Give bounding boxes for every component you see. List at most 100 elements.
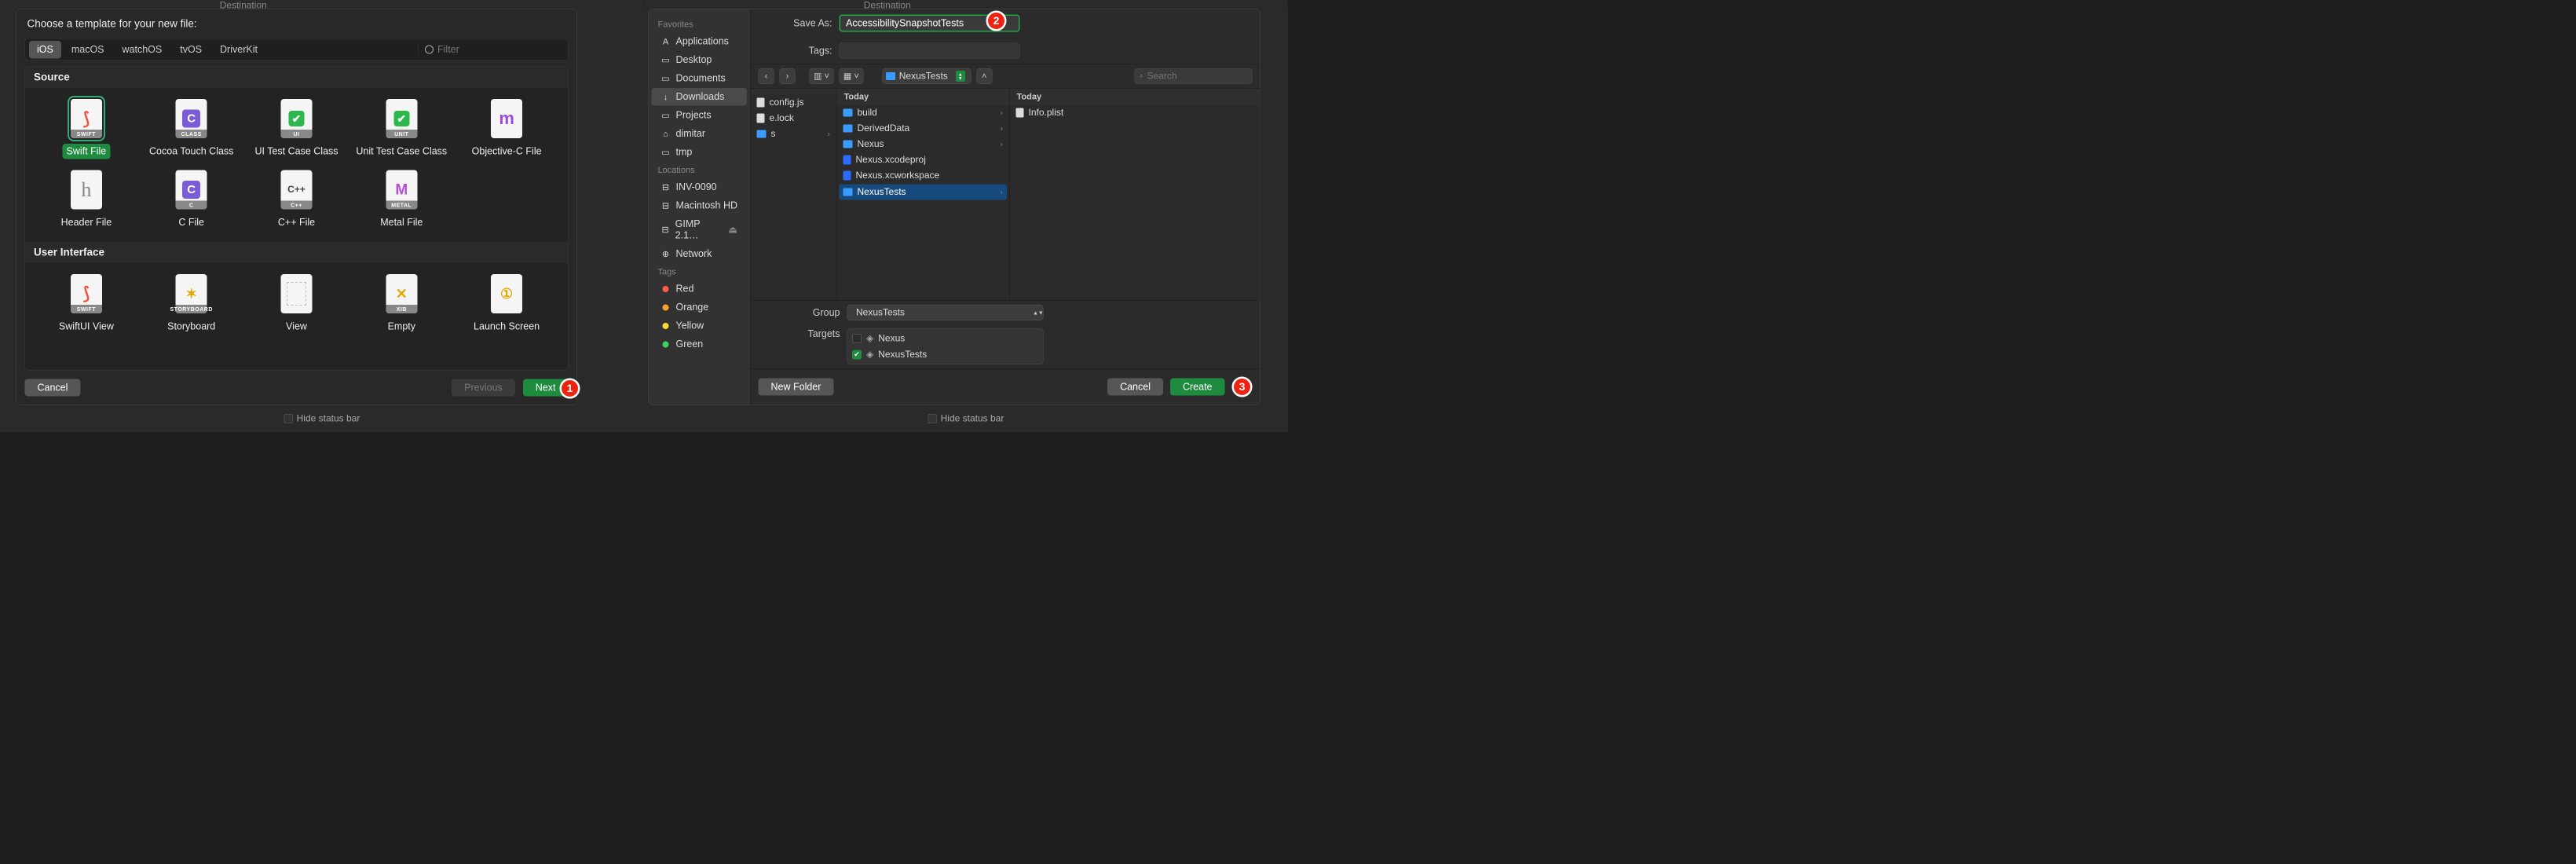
template-item[interactable]: mObjective-C File: [454, 99, 559, 159]
template-item[interactable]: CCC File: [139, 170, 244, 231]
template-item[interactable]: C++C++C++ File: [244, 170, 349, 231]
sidebar-item[interactable]: ⊟GIMP 2.1…⏏: [652, 215, 748, 244]
filter-input[interactable]: [437, 44, 564, 56]
template-item[interactable]: CCLASSCocoa Touch Class: [139, 99, 244, 159]
sidebar-item[interactable]: Red: [652, 280, 748, 298]
view-mode-button[interactable]: ▥ ˅: [810, 68, 834, 84]
row-label: NexusTests: [858, 187, 906, 198]
location-popup[interactable]: NexusTests ▲▼: [882, 68, 971, 84]
save-panel-main: Save As: 2 Tags: ‹ › ▥ ˅ ▦ ˅ NexusTests …: [751, 9, 1261, 405]
target-checkbox[interactable]: [852, 334, 862, 343]
sidebar-item[interactable]: Green: [652, 335, 748, 353]
platform-tab-driverkit[interactable]: DriverKit: [212, 41, 265, 59]
template-item[interactable]: ⟆SWIFTSwift File: [34, 99, 139, 159]
browser-row[interactable]: Nexus.xcworkspace: [837, 168, 1010, 184]
filter-field[interactable]: [419, 44, 565, 56]
collapse-button[interactable]: ˄: [976, 68, 992, 84]
template-item[interactable]: ✶STORYBOARDStoryboard: [139, 274, 244, 335]
checkbox-icon: [284, 415, 293, 423]
eject-icon[interactable]: ⏏: [728, 224, 737, 236]
template-item[interactable]: MMETALMetal File: [349, 170, 454, 231]
template-item[interactable]: ✔UIUI Test Case Class: [244, 99, 349, 159]
sidebar-item[interactable]: ▭Projects: [652, 107, 748, 125]
save-panel: FavoritesAApplications▭Desktop▭Documents…: [648, 9, 1261, 405]
sidebar-item[interactable]: ⌂dimitar: [652, 125, 748, 143]
row-label: Nexus: [858, 139, 884, 150]
sheet-title: Choose a template for your new file:: [16, 9, 577, 39]
sidebar-item[interactable]: ▭tmp: [652, 144, 748, 162]
tags-input[interactable]: [840, 43, 1020, 59]
browser-row[interactable]: build›: [837, 105, 1010, 121]
browser-row[interactable]: DerivedData›: [837, 121, 1010, 137]
target-label: NexusTests: [878, 349, 927, 360]
browser-row[interactable]: Nexus›: [837, 137, 1010, 152]
sidebar-item[interactable]: ↓Downloads: [652, 88, 748, 106]
tag-icon: [661, 321, 671, 331]
templates-list[interactable]: Source⟆SWIFTSwift FileCCLASSCocoa Touch …: [25, 66, 569, 371]
template-item[interactable]: ⟆SWIFTSwiftUI View: [34, 274, 139, 335]
nav-forward-button[interactable]: ›: [780, 68, 796, 84]
sidebar-item-label: INV-0090: [676, 181, 717, 193]
create-button[interactable]: Create: [1170, 379, 1225, 396]
platform-tab-tvos[interactable]: tvOS: [172, 41, 210, 59]
search-input[interactable]: [1147, 71, 1268, 82]
platform-tab-ios[interactable]: iOS: [29, 41, 61, 59]
sidebar-item-label: Applications: [676, 36, 729, 48]
group-popup[interactable]: NexusTests ▲▼: [847, 305, 1044, 320]
sheet-button-bar: Cancel Previous Next: [16, 371, 577, 405]
sidebar-item[interactable]: ⊟INV-0090: [652, 178, 748, 196]
sidebar-item-label: Downloads: [676, 91, 725, 103]
target-checkbox[interactable]: ✔: [852, 350, 862, 359]
browser-row[interactable]: e.lock: [751, 111, 837, 126]
platform-tab-watchos[interactable]: watchOS: [115, 41, 170, 59]
sidebar-item[interactable]: ▭Documents: [652, 70, 748, 88]
template-item[interactable]: ①Launch Screen: [454, 274, 559, 335]
sidebar-item-label: tmp: [676, 147, 693, 159]
sidebar-item[interactable]: ▭Desktop: [652, 51, 748, 69]
row-label: e.lock: [770, 113, 794, 124]
template-item[interactable]: hHeader File: [34, 170, 139, 231]
browser-row[interactable]: NexusTests ›: [840, 185, 1008, 200]
cancel-button[interactable]: Cancel: [25, 379, 81, 397]
favorite-icon: ⌂: [661, 129, 671, 138]
target-icon: ◈: [866, 333, 873, 345]
sidebar-item[interactable]: ⊕Network: [652, 245, 748, 263]
sidebar-item[interactable]: AApplications: [652, 33, 748, 51]
template-item[interactable]: View: [244, 274, 349, 335]
search-field[interactable]: ⌕: [1135, 68, 1253, 84]
group-by-button[interactable]: ▦ ˅: [839, 68, 863, 84]
sidebar-item[interactable]: Orange: [652, 298, 748, 317]
target-label: Nexus: [878, 333, 905, 344]
cancel-button[interactable]: Cancel: [1107, 379, 1163, 396]
browser-row[interactable]: config.js: [751, 95, 837, 111]
sidebar-item-label: Projects: [676, 110, 712, 122]
hide-status-bar-checkbox[interactable]: Hide status bar: [284, 413, 360, 424]
tag-icon: [661, 302, 671, 312]
template-item[interactable]: ✔UNITUnit Test Case Class: [349, 99, 454, 159]
new-folder-button[interactable]: New Folder: [759, 379, 834, 396]
platform-tab-macos[interactable]: macOS: [64, 41, 112, 59]
column-browser[interactable]: config.js e.lock s› Todaybuild›DerivedData›…: [751, 89, 1261, 302]
platform-segmented-control: iOSmacOSwatchOStvOSDriverKit: [25, 38, 569, 60]
template-label: C File: [174, 215, 208, 231]
target-row[interactable]: ✔◈NexusTests: [849, 346, 1041, 363]
target-row[interactable]: ◈ Nexus: [849, 331, 1041, 347]
chevron-right-icon: ›: [1001, 188, 1003, 197]
location-label: NexusTests: [899, 71, 948, 82]
column-header: Today: [1010, 89, 1261, 105]
save-panel-buttons: New Folder Cancel Create 3: [751, 368, 1261, 405]
sidebar-item-label: Yellow: [676, 320, 704, 332]
column-header: Today: [837, 89, 1010, 105]
sidebar-item[interactable]: ⊟Macintosh HD: [652, 197, 748, 215]
nav-back-button[interactable]: ‹: [759, 68, 774, 84]
browser-row[interactable]: s›: [751, 126, 837, 142]
file-icon: [1016, 108, 1024, 118]
hide-status-bar-checkbox[interactable]: Hide status bar: [928, 413, 1004, 424]
sidebar-item[interactable]: Yellow: [652, 317, 748, 335]
browser-row[interactable]: Info.plist: [1010, 105, 1261, 121]
template-label: Objective-C File: [468, 144, 546, 159]
file-icon: [757, 114, 765, 123]
browser-row[interactable]: Nexus.xcodeproj: [837, 152, 1010, 168]
chevron-updown-icon: ▲▼: [1033, 311, 1041, 315]
template-item[interactable]: ✕XIBEmpty: [349, 274, 454, 335]
